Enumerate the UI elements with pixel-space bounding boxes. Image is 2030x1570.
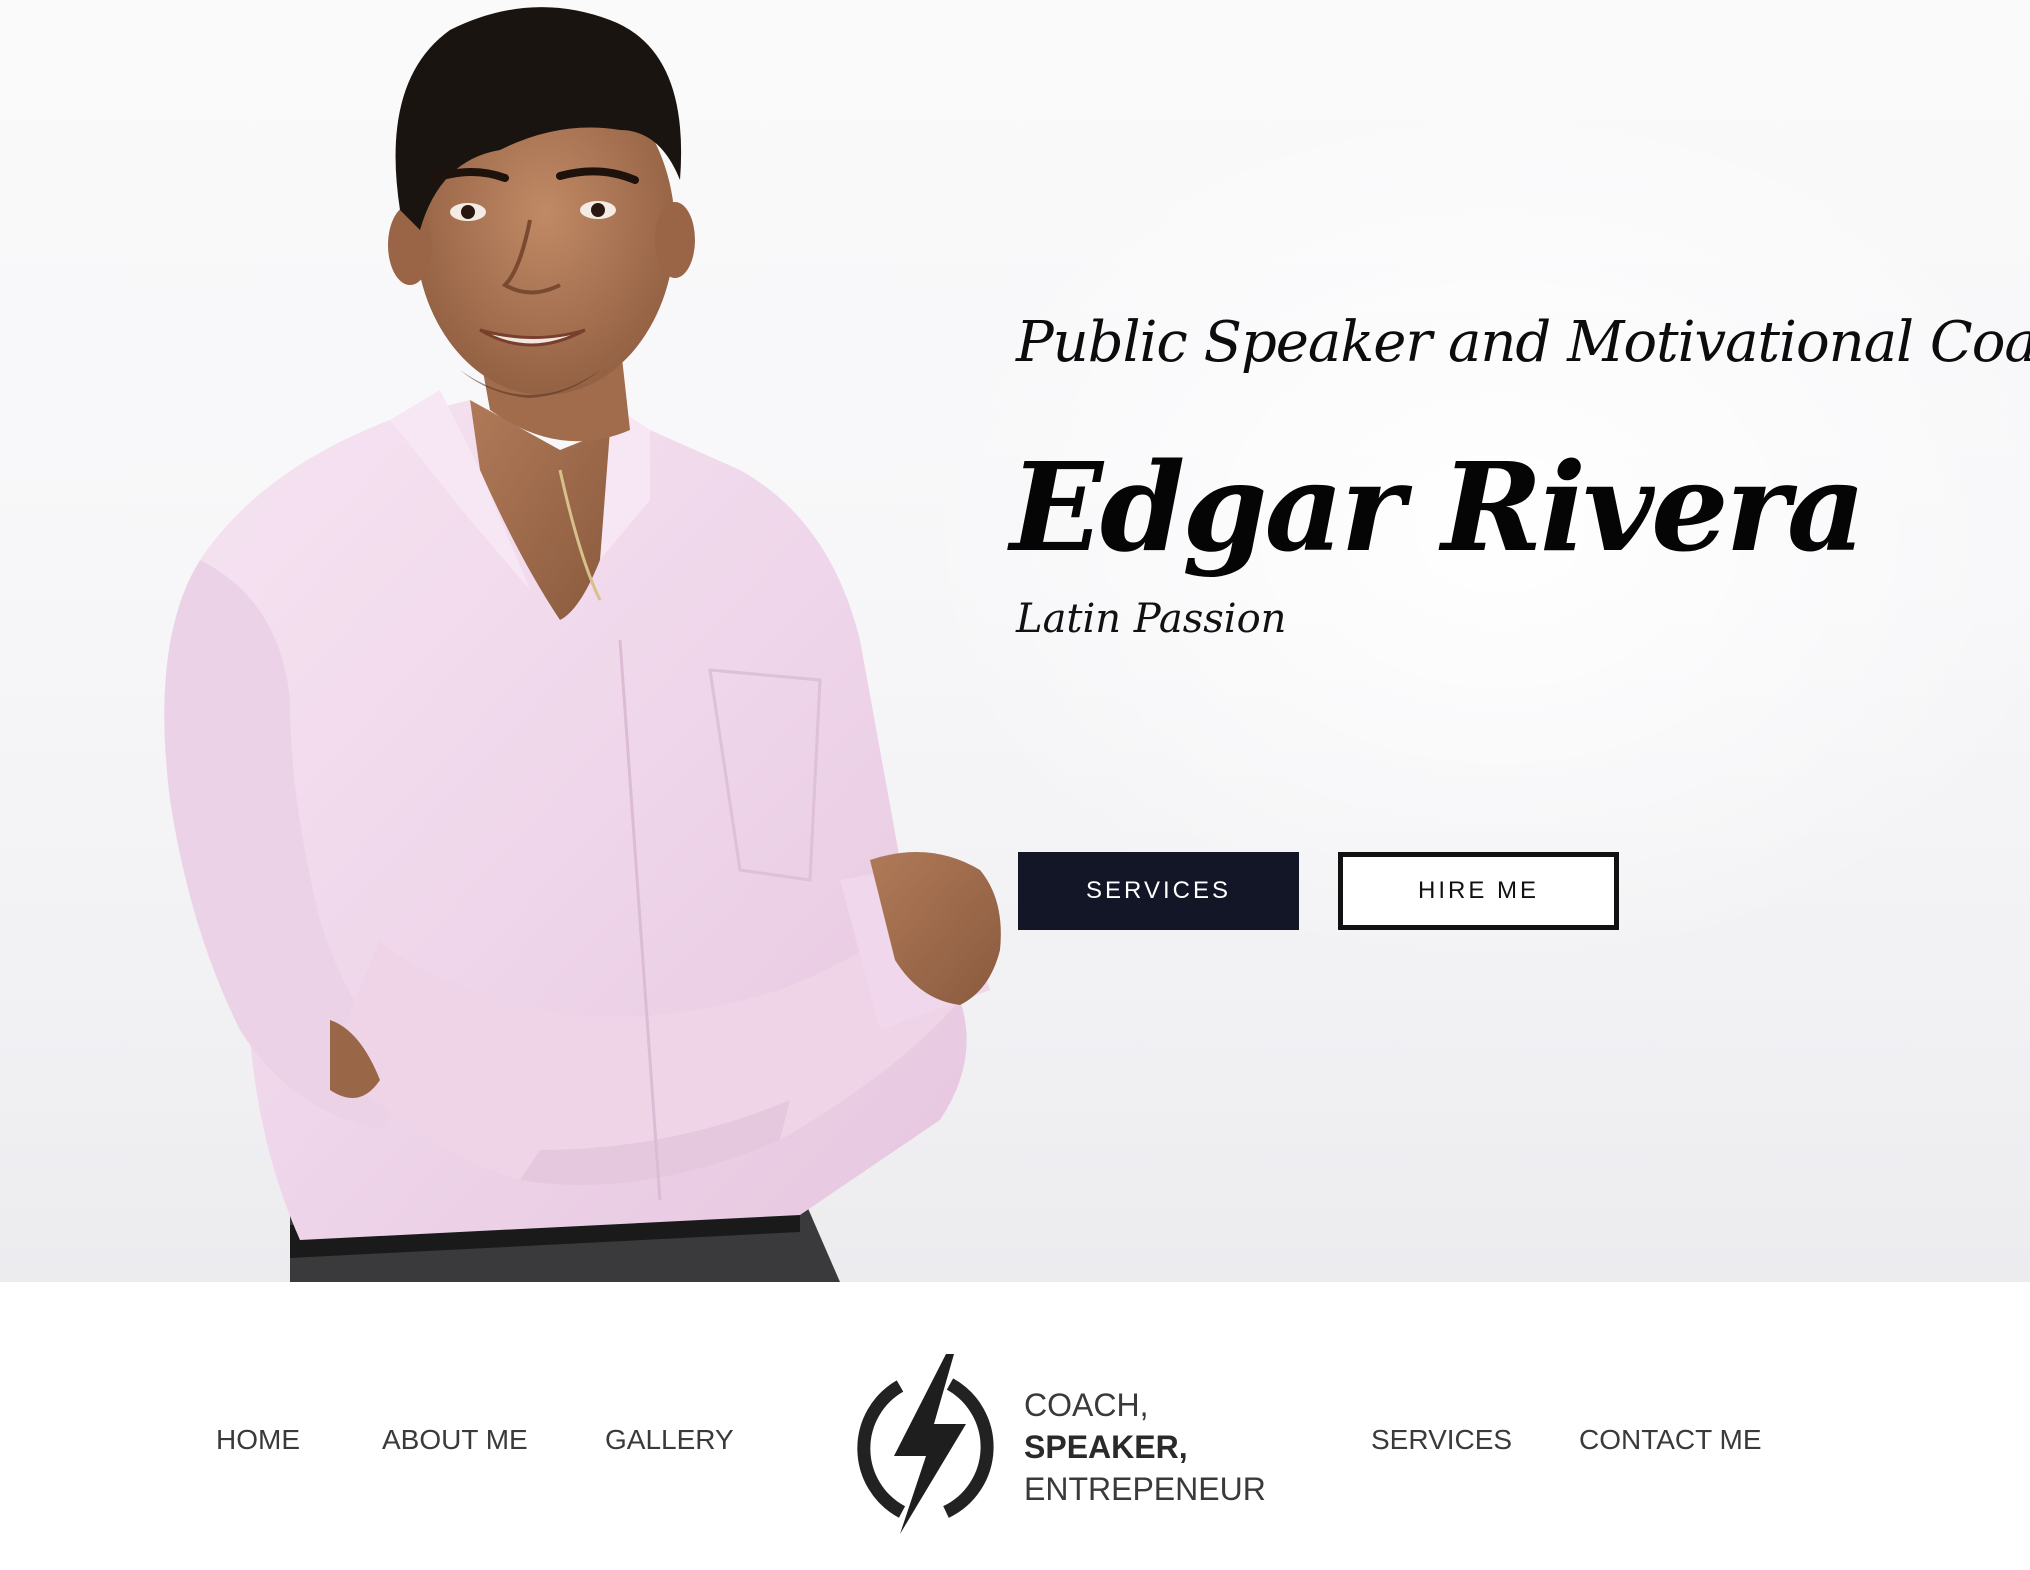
nav-link-services[interactable]: SERVICES <box>1371 1424 1512 1456</box>
nav-link-gallery[interactable]: GALLERY <box>605 1424 734 1456</box>
hero-tagline: Latin Passion <box>1016 596 1287 642</box>
hero-subtitle: Public Speaker and Motivational Coach <box>1016 310 2030 375</box>
logo-text: COACH, SPEAKER, ENTREPENEUR <box>1024 1384 1266 1510</box>
logo-line-speaker: SPEAKER, <box>1024 1429 1188 1465</box>
hero-name-heading: Edgar Rivera <box>1010 435 1866 579</box>
site-logo[interactable]: COACH, SPEAKER, ENTREPENEUR <box>842 1354 1266 1534</box>
logo-line-coach: COACH, <box>1024 1387 1149 1423</box>
nav-link-about-me[interactable]: ABOUT ME <box>382 1424 528 1456</box>
hero-portrait-photo <box>164 7 1001 1282</box>
hero-section: Public Speaker and Motivational Coach Ed… <box>0 0 2030 1282</box>
main-navbar: HOME ABOUT ME GALLERY COACH, SPEAKER, EN… <box>0 1282 2030 1570</box>
hire-me-button[interactable]: HIRE ME <box>1338 852 1619 930</box>
lightning-bolt-icon <box>857 1354 994 1534</box>
nav-link-home[interactable]: HOME <box>216 1424 300 1456</box>
services-button[interactable]: SERVICES <box>1018 852 1299 930</box>
landing-page: Public Speaker and Motivational Coach Ed… <box>0 0 2030 1570</box>
nav-link-contact-me[interactable]: CONTACT ME <box>1579 1424 1762 1456</box>
logo-line-entrepreneur: ENTREPENEUR <box>1024 1471 1266 1507</box>
